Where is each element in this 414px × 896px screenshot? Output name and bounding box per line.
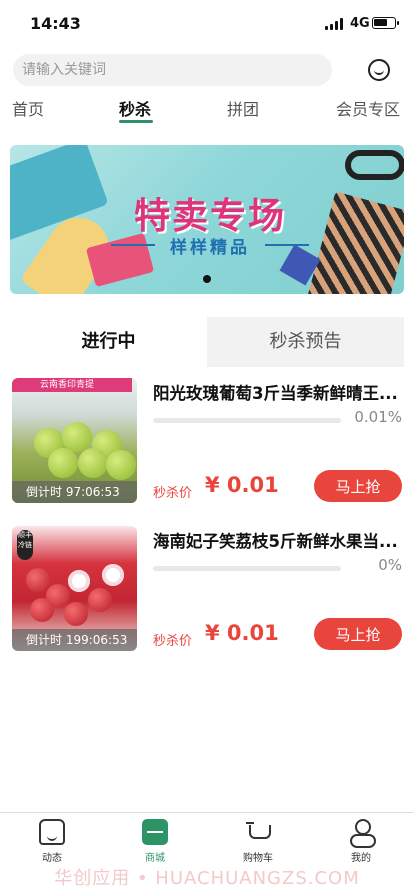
tabbar-label: 动态 bbox=[42, 853, 62, 864]
tab-home[interactable]: 首页 bbox=[12, 96, 44, 120]
active-tab-indicator bbox=[119, 120, 153, 123]
product-card[interactable]: 云南香印青提 倒计时 97:06:53 阳光玫瑰葡萄3斤当季新鲜晴王... 0.… bbox=[0, 378, 414, 508]
price-label: 秒杀价 bbox=[153, 486, 193, 501]
watermark: 华创应用 • HUACHUANGZS.COM bbox=[54, 868, 360, 889]
sold-percent: 0.01% bbox=[354, 408, 402, 426]
tabbar-label: 购物车 bbox=[243, 853, 273, 864]
status-time: 14:43 bbox=[30, 14, 81, 33]
product-title[interactable]: 阳光玫瑰葡萄3斤当季新鲜晴王... bbox=[153, 380, 403, 404]
buy-now-button[interactable]: 马上抢 bbox=[314, 470, 402, 502]
cart-icon bbox=[245, 819, 271, 845]
tabbar-item-feed[interactable]: 动态 bbox=[12, 819, 92, 864]
status-bar: 14:43 4G bbox=[0, 0, 414, 48]
battery-icon bbox=[372, 17, 399, 29]
sold-progress-bar bbox=[153, 566, 341, 571]
product-image[interactable]: 云南香印青提 倒计时 97:06:53 bbox=[12, 378, 137, 503]
carousel-indicator[interactable] bbox=[203, 275, 211, 283]
signal-icon bbox=[325, 18, 345, 30]
promo-banner[interactable]: 特卖专场 样样精品 bbox=[10, 145, 404, 294]
banner-title: 特卖专场 bbox=[133, 196, 286, 237]
home-icon bbox=[39, 819, 65, 845]
product-image[interactable]: 顺丰冷链 倒计时 199:06:53 bbox=[12, 526, 137, 651]
tab-upcoming[interactable]: 秒杀预告 bbox=[207, 317, 404, 367]
product-card[interactable]: 顺丰冷链 倒计时 199:06:53 海南妃子笑荔枝5斤新鲜水果当... 0% … bbox=[0, 526, 414, 656]
message-icon[interactable] bbox=[368, 59, 390, 81]
top-tabs: 首页 秒杀 拼团 会员专区 bbox=[0, 92, 414, 124]
tabbar-item-me[interactable]: 我的 bbox=[321, 819, 401, 864]
buy-now-button[interactable]: 马上抢 bbox=[314, 618, 402, 650]
flash-sale-segment: 进行中 秒杀预告 bbox=[10, 317, 404, 367]
price-value: ¥ 0.01 bbox=[205, 473, 279, 497]
network-label: 4G bbox=[350, 16, 370, 31]
product-image-tag: 顺丰冷链 bbox=[17, 530, 33, 560]
tab-group-buy[interactable]: 拼团 bbox=[227, 96, 259, 120]
tab-flash-sale[interactable]: 秒杀 bbox=[119, 96, 151, 120]
product-image-tag: 云南香印青提 bbox=[12, 378, 132, 392]
product-title[interactable]: 海南妃子笑荔枝5斤新鲜水果当... bbox=[153, 528, 403, 552]
profile-icon bbox=[348, 819, 376, 848]
mall-icon bbox=[142, 819, 168, 845]
banner-subtitle: 样样精品 bbox=[105, 233, 315, 258]
price-label: 秒杀价 bbox=[153, 634, 193, 649]
tabbar-label: 我的 bbox=[351, 853, 371, 864]
sold-progress-bar bbox=[153, 418, 341, 423]
tab-member-zone[interactable]: 会员专区 bbox=[336, 96, 400, 120]
sold-percent: 0% bbox=[378, 556, 402, 574]
tab-in-progress[interactable]: 进行中 bbox=[10, 317, 207, 367]
countdown-timer: 倒计时 199:06:53 bbox=[12, 629, 137, 651]
price-value: ¥ 0.01 bbox=[205, 621, 279, 645]
battery-level bbox=[374, 19, 387, 26]
tabbar-label: 商城 bbox=[145, 853, 165, 864]
search-input[interactable] bbox=[13, 54, 332, 86]
tabbar-item-mall[interactable]: 商城 bbox=[115, 819, 195, 864]
countdown-timer: 倒计时 97:06:53 bbox=[12, 481, 137, 503]
tabbar-item-cart[interactable]: 购物车 bbox=[218, 819, 298, 864]
